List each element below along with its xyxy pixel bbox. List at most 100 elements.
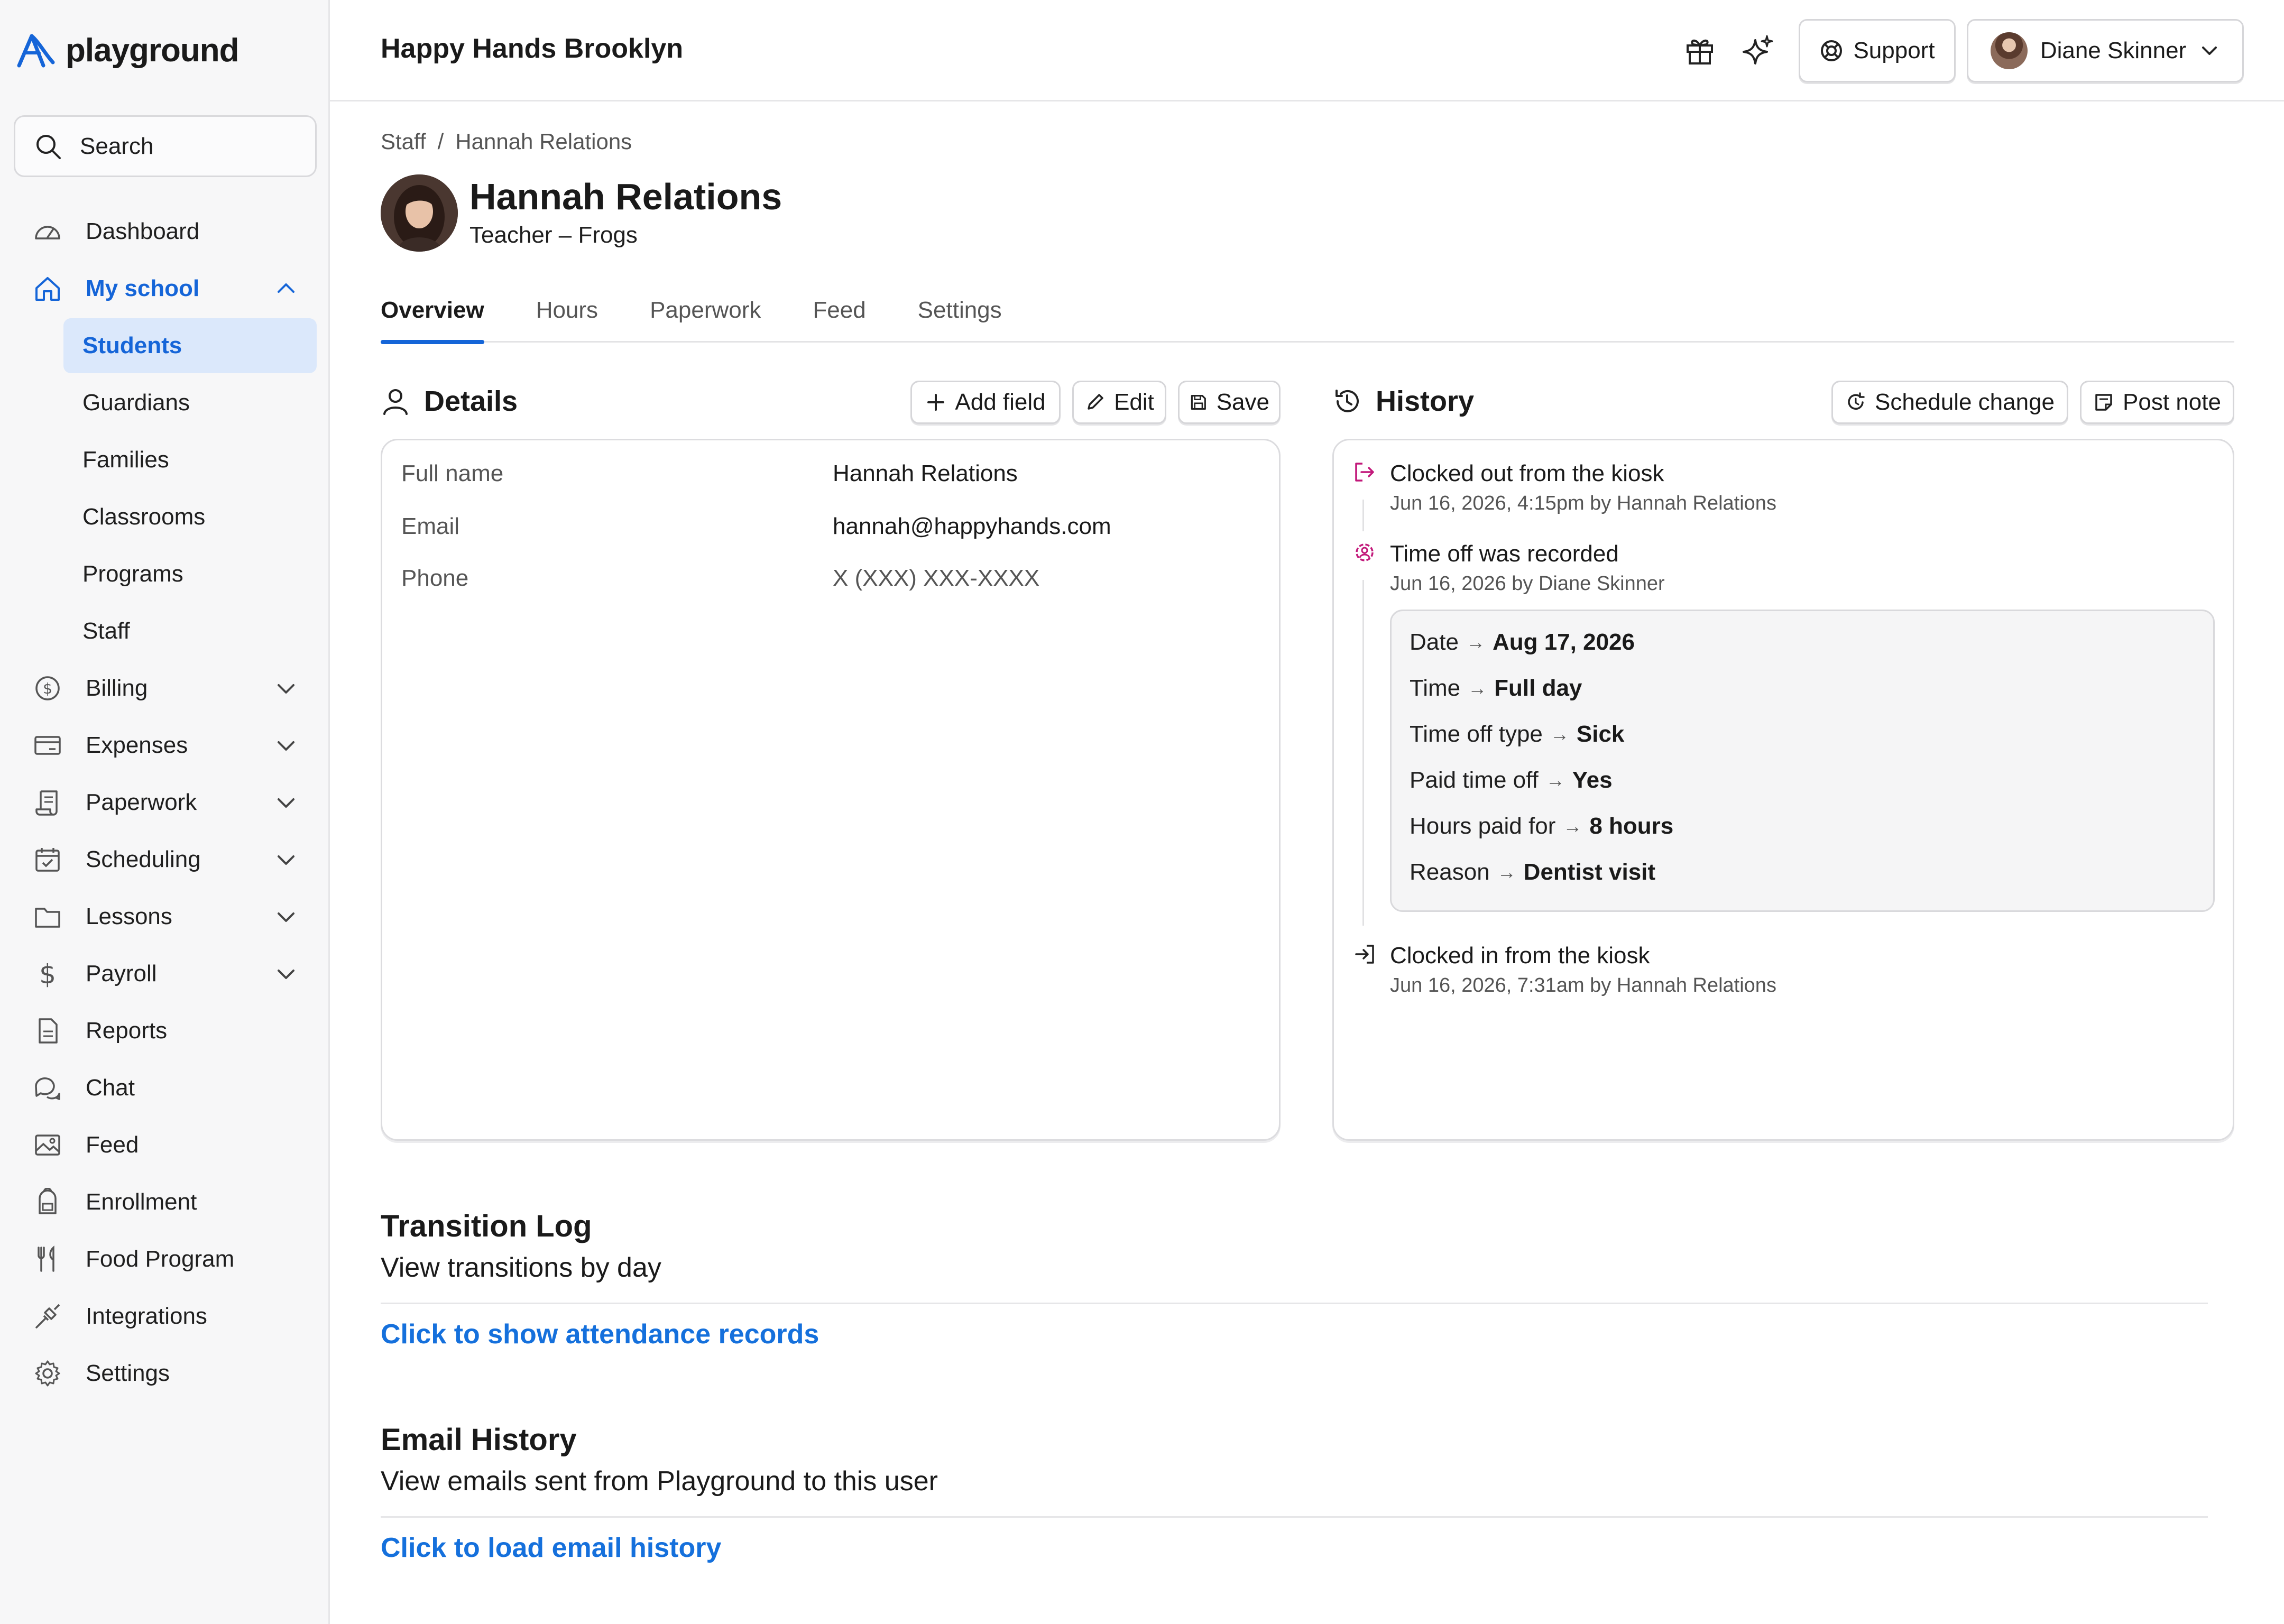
chevron-down-icon[interactable] bbox=[274, 677, 298, 700]
history-card: Clocked out from the kiosk Jun 16, 2026,… bbox=[1332, 439, 2234, 1141]
calendar-check-icon bbox=[33, 845, 62, 874]
divider bbox=[381, 1516, 2208, 1518]
support-button[interactable]: Support bbox=[1799, 19, 1956, 82]
edit-button[interactable]: Edit bbox=[1072, 381, 1166, 424]
chevron-down-icon[interactable] bbox=[274, 848, 298, 871]
sidebar-item-billing[interactable]: $ Billing bbox=[14, 660, 317, 717]
change-value: Sick bbox=[1576, 721, 1625, 747]
schedule-change-label: Schedule change bbox=[1874, 389, 2055, 415]
post-note-button[interactable]: Post note bbox=[2080, 381, 2234, 424]
scroll-icon bbox=[33, 788, 62, 817]
transition-log-title: Transition Log bbox=[381, 1209, 592, 1243]
change-value: Yes bbox=[1572, 767, 1613, 793]
sidebar-item-label: Integrations bbox=[86, 1303, 207, 1329]
clock-in-icon bbox=[1355, 945, 1374, 964]
search-input[interactable]: Search bbox=[14, 115, 317, 177]
save-button[interactable]: Save bbox=[1178, 381, 1281, 424]
sidebar-item-chat[interactable]: Chat bbox=[14, 1059, 317, 1116]
sidebar-item-lessons[interactable]: Lessons bbox=[14, 888, 317, 945]
svg-text:$: $ bbox=[39, 959, 56, 988]
speedometer-icon bbox=[33, 217, 62, 246]
sidebar-item-reports[interactable]: Reports bbox=[14, 1002, 317, 1059]
sidebar-item-payroll[interactable]: $ Payroll bbox=[14, 945, 317, 1002]
save-label: Save bbox=[1216, 389, 1269, 415]
sidebar-item-settings[interactable]: Settings bbox=[14, 1345, 317, 1402]
show-attendance-link[interactable]: Click to show attendance records bbox=[381, 1318, 819, 1350]
sidebar-subitem-programs[interactable]: Programs bbox=[14, 546, 317, 603]
app-logo[interactable]: playground bbox=[16, 26, 240, 74]
sidebar-item-label: Lessons bbox=[86, 903, 172, 929]
user-icon bbox=[383, 389, 408, 415]
playground-logo-icon bbox=[17, 34, 55, 68]
tab-feed[interactable]: Feed bbox=[813, 293, 865, 343]
tab-overview[interactable]: Overview bbox=[381, 293, 484, 344]
history-event-title: Clocked in from the kiosk bbox=[1390, 943, 1650, 968]
app-name: playground bbox=[66, 32, 240, 69]
sidebar-item-integrations[interactable]: Integrations bbox=[14, 1288, 317, 1345]
change-field: Date bbox=[1410, 629, 1459, 655]
sidebar-item-scheduling[interactable]: Scheduling bbox=[14, 831, 317, 888]
details-card: Full name Hannah Relations Email hannah@… bbox=[381, 439, 1281, 1141]
tab-paperwork[interactable]: Paperwork bbox=[650, 293, 761, 343]
chevron-down-icon[interactable] bbox=[274, 734, 298, 757]
sidebar-item-label: Expenses bbox=[86, 732, 188, 758]
sidebar-subitem-students[interactable]: Students bbox=[63, 318, 317, 373]
detail-row-email: Email hannah@happyhands.com bbox=[401, 513, 1111, 540]
breadcrumb-separator: / bbox=[437, 129, 444, 154]
svg-text:$: $ bbox=[43, 680, 52, 697]
load-email-history-link[interactable]: Click to load email history bbox=[381, 1532, 721, 1564]
sidebar: playground Search Dashboard My school St… bbox=[0, 0, 330, 1624]
history-title: History bbox=[1376, 385, 1475, 417]
support-label: Support bbox=[1853, 38, 1935, 63]
detail-label: Phone bbox=[401, 565, 469, 591]
sidebar-item-dashboard[interactable]: Dashboard bbox=[14, 203, 317, 260]
plus-icon bbox=[927, 394, 945, 411]
change-row: Time off type → Sick bbox=[1410, 721, 1624, 748]
sidebar-subitem-classrooms[interactable]: Classrooms bbox=[14, 488, 317, 546]
detail-label: Full name bbox=[401, 460, 504, 486]
sidebar-item-my-school[interactable]: My school bbox=[14, 260, 317, 317]
sidebar-item-label: Payroll bbox=[86, 961, 157, 986]
sidebar-subitem-staff[interactable]: Staff bbox=[14, 603, 317, 660]
chevron-down-icon[interactable] bbox=[274, 962, 298, 985]
detail-value[interactable]: hannah@happyhands.com bbox=[833, 513, 1111, 540]
sidebar-item-label: Food Program bbox=[86, 1246, 235, 1272]
add-field-button[interactable]: Add field bbox=[910, 381, 1061, 424]
timeline-connector bbox=[1362, 580, 1364, 926]
change-field: Reason bbox=[1410, 859, 1490, 885]
plug-icon bbox=[33, 1302, 62, 1331]
sidebar-item-paperwork[interactable]: Paperwork bbox=[14, 774, 317, 831]
gift-icon[interactable] bbox=[1683, 34, 1716, 67]
top-header: Happy Hands Brooklyn Support Diane Skinn… bbox=[330, 0, 2284, 102]
user-menu-button[interactable]: Diane Skinner bbox=[1967, 19, 2244, 82]
sidebar-item-enrollment[interactable]: Enrollment bbox=[14, 1174, 317, 1231]
detail-value[interactable]: Hannah Relations bbox=[833, 460, 1018, 487]
tab-settings[interactable]: Settings bbox=[918, 293, 1002, 343]
sidebar-item-label: Settings bbox=[86, 1360, 170, 1386]
change-row: Date → Aug 17, 2026 bbox=[1410, 629, 1635, 656]
chevron-down-icon[interactable] bbox=[274, 905, 298, 928]
arrow-right-icon: → bbox=[1497, 861, 1516, 883]
sparkle-icon[interactable] bbox=[1742, 34, 1774, 67]
edit-label: Edit bbox=[1114, 389, 1154, 415]
sidebar-subitem-guardians[interactable]: Guardians bbox=[14, 374, 317, 431]
backpack-icon bbox=[33, 1187, 62, 1217]
sidebar-item-food-program[interactable]: Food Program bbox=[14, 1231, 317, 1288]
tab-hours[interactable]: Hours bbox=[536, 293, 598, 343]
sidebar-item-expenses[interactable]: Expenses bbox=[14, 717, 317, 774]
sidebar-item-feed[interactable]: Feed bbox=[14, 1116, 317, 1174]
detail-value[interactable]: X (XXX) XXX-XXXX bbox=[833, 565, 1039, 592]
folder-icon bbox=[33, 902, 62, 931]
change-field: Time off type bbox=[1410, 721, 1543, 747]
history-heading: History bbox=[1332, 385, 1474, 418]
search-icon bbox=[36, 134, 61, 159]
sidebar-subitem-families[interactable]: Families bbox=[14, 431, 317, 488]
chevron-up-icon[interactable] bbox=[274, 277, 298, 300]
detail-label: Email bbox=[401, 513, 460, 539]
time-off-changes-box: Date → Aug 17, 2026 Time → Full day Time off… bbox=[1390, 610, 2215, 912]
history-event-title: Clocked out from the kiosk bbox=[1390, 460, 1664, 486]
chevron-down-icon[interactable] bbox=[274, 791, 298, 814]
schedule-change-button[interactable]: Schedule change bbox=[1831, 381, 2068, 424]
breadcrumb-staff-link[interactable]: Staff bbox=[381, 129, 426, 154]
sidebar-item-label: My school bbox=[86, 275, 200, 301]
